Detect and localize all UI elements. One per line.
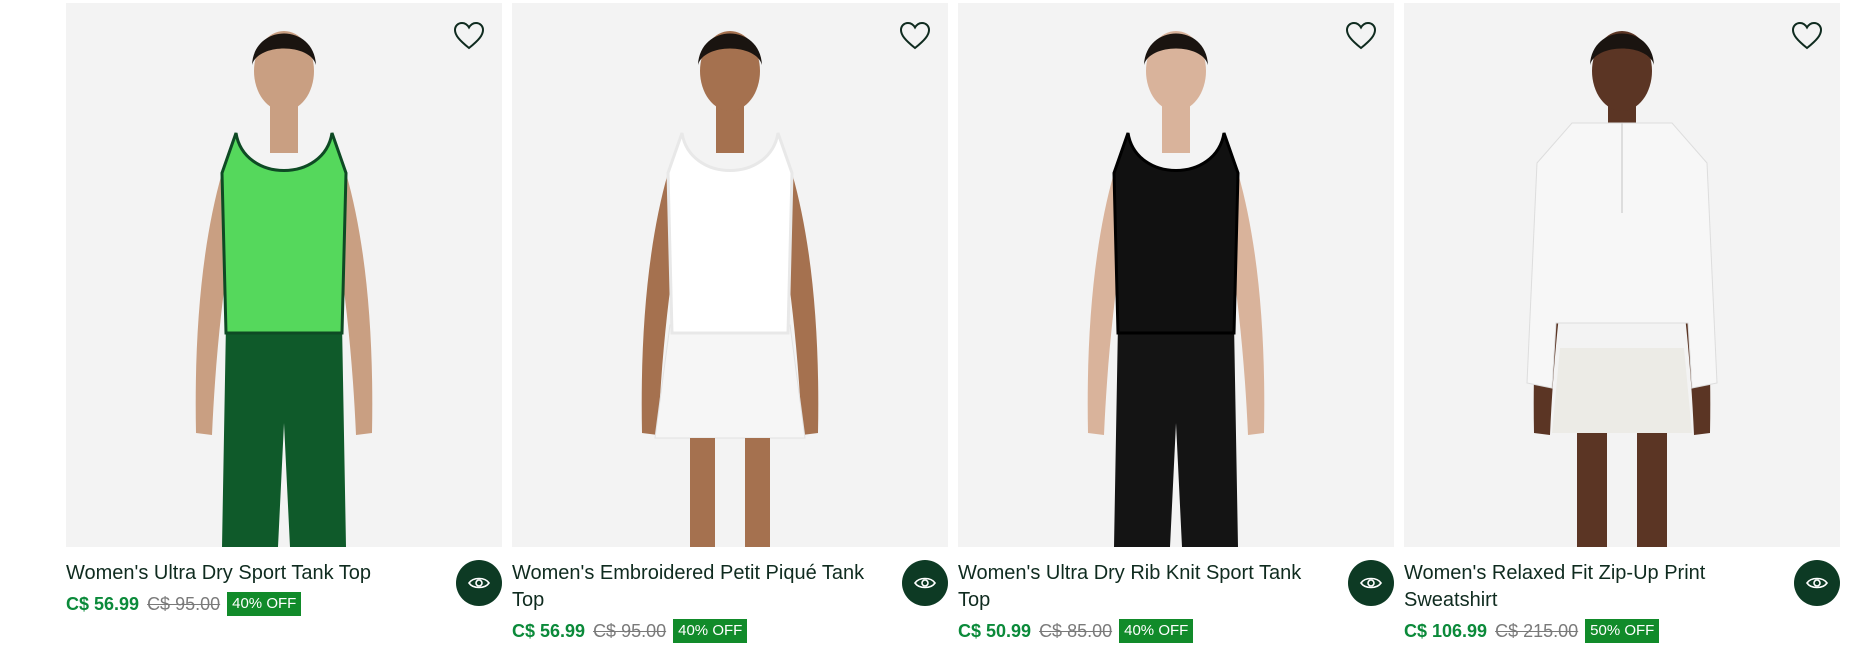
- product-image[interactable]: [1404, 3, 1840, 547]
- product-card[interactable]: Women's Ultra Dry Sport Tank Top C$ 56.9…: [66, 3, 502, 643]
- wishlist-heart-icon[interactable]: [1345, 21, 1377, 51]
- original-price: C$ 95.00: [147, 593, 221, 614]
- product-title[interactable]: Women's Ultra Dry Sport Tank Top: [66, 560, 426, 587]
- tank-top: [666, 132, 794, 335]
- sale-price: C$ 56.99: [512, 620, 586, 641]
- product-title[interactable]: Women's Embroidered Petit Piqué Tank Top: [512, 560, 872, 614]
- tank-top: [1112, 132, 1240, 335]
- leggings: [222, 323, 346, 547]
- left-leg: [690, 438, 715, 547]
- product-image[interactable]: [512, 3, 948, 547]
- quick-view-button[interactable]: [1794, 560, 1840, 606]
- wishlist-heart-icon[interactable]: [899, 21, 931, 51]
- original-price: C$ 215.00: [1495, 620, 1579, 641]
- wishlist-heart-icon[interactable]: [1791, 21, 1823, 51]
- discount-badge: 40% OFF: [227, 592, 302, 616]
- eye-icon: [468, 577, 490, 589]
- model-figure: [1087, 31, 1265, 547]
- product-card[interactable]: Women's Relaxed Fit Zip-Up Print Sweatsh…: [1404, 3, 1840, 643]
- product-card[interactable]: Women's Embroidered Petit Piqué Tank Top…: [512, 3, 948, 643]
- eye-icon: [1806, 577, 1828, 589]
- product-image[interactable]: [66, 3, 502, 547]
- wishlist-heart-icon[interactable]: [453, 21, 485, 51]
- quick-view-button[interactable]: [1348, 560, 1394, 606]
- original-price: C$ 95.00: [593, 620, 667, 641]
- sale-price: C$ 56.99: [66, 593, 140, 614]
- discount-badge: 50% OFF: [1585, 619, 1660, 643]
- quick-view-button[interactable]: [902, 560, 948, 606]
- shorts: [1552, 348, 1692, 433]
- sale-price: C$ 50.99: [958, 620, 1032, 641]
- right-leg: [745, 438, 770, 547]
- product-title[interactable]: Women's Ultra Dry Rib Knit Sport Tank To…: [958, 560, 1318, 614]
- model-figure: [195, 31, 373, 547]
- product-card[interactable]: Women's Ultra Dry Rib Knit Sport Tank To…: [958, 3, 1394, 643]
- model-figure: [1526, 31, 1718, 547]
- original-price: C$ 85.00: [1039, 620, 1113, 641]
- left-leg: [1577, 433, 1607, 547]
- right-leg: [1637, 433, 1667, 547]
- sale-price: C$ 106.99: [1404, 620, 1488, 641]
- model-figure: [641, 31, 819, 547]
- leggings: [1114, 323, 1238, 547]
- eye-icon: [1360, 577, 1382, 589]
- skirt: [654, 324, 806, 439]
- product-title[interactable]: Women's Relaxed Fit Zip-Up Print Sweatsh…: [1404, 560, 1764, 614]
- product-grid: Women's Ultra Dry Sport Tank Top C$ 56.9…: [66, 3, 1840, 643]
- eye-icon: [914, 577, 936, 589]
- quick-view-button[interactable]: [456, 560, 502, 606]
- discount-badge: 40% OFF: [673, 619, 748, 643]
- product-image[interactable]: [958, 3, 1394, 547]
- tank-top: [220, 132, 348, 335]
- discount-badge: 40% OFF: [1119, 619, 1194, 643]
